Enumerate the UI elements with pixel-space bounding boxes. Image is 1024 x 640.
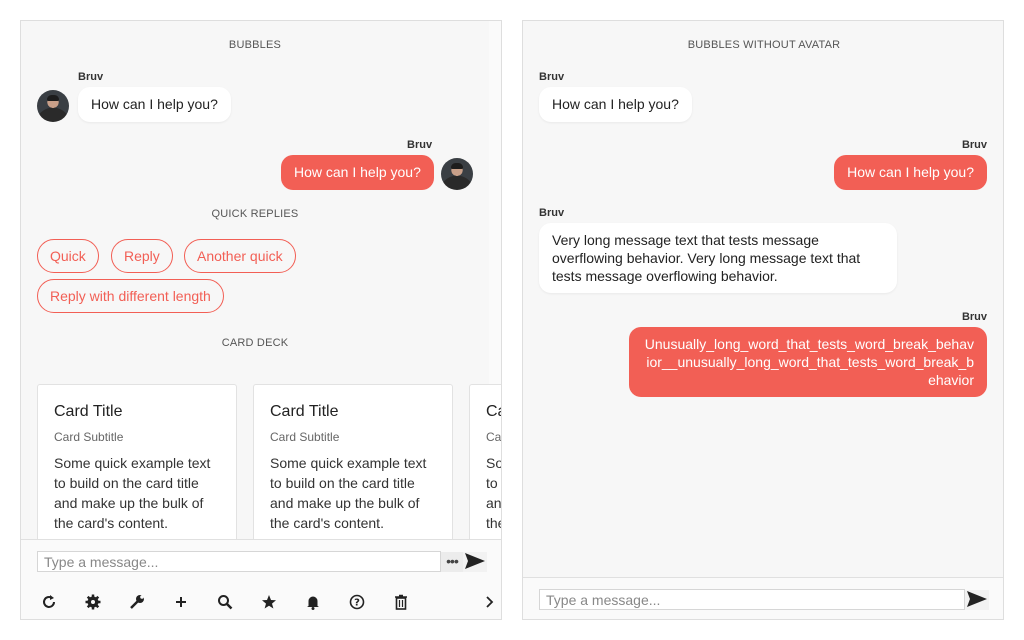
help-icon[interactable]: ? xyxy=(348,593,366,611)
message-input[interactable] xyxy=(539,589,965,610)
card-title: Card Title xyxy=(486,403,501,420)
quick-reply-chip[interactable]: Quick xyxy=(37,239,99,273)
send-button[interactable] xyxy=(463,552,487,572)
message-author: Bruv xyxy=(407,139,433,151)
outgoing-message-bubble: How can I help you? xyxy=(281,155,434,190)
chevron-right-icon[interactable] xyxy=(480,593,498,611)
message-input[interactable] xyxy=(37,551,441,572)
avatar xyxy=(441,158,473,190)
star-icon[interactable] xyxy=(260,593,278,611)
message-author: Bruv xyxy=(961,139,987,151)
quick-reply-chip[interactable]: Reply xyxy=(111,239,173,273)
message-author: Bruv xyxy=(539,71,565,83)
incoming-message-bubble: How can I help you? xyxy=(78,87,231,122)
chat-panel-with-avatar: BUBBLES Bruv How can I help you? Bruv Ho… xyxy=(20,20,502,620)
card-subtitle: Card Subtitle xyxy=(270,430,340,444)
composer: ••• ? xyxy=(21,539,501,619)
card[interactable]: Card Title Card Subtitle Some quick exam… xyxy=(253,384,453,554)
wrench-icon[interactable] xyxy=(128,593,146,611)
search-icon[interactable] xyxy=(216,593,234,611)
section-title-bubbles-without-avatar: BUBBLES WITHOUT AVATAR xyxy=(687,39,841,51)
quick-reply-chip[interactable]: Reply with different length xyxy=(37,279,224,313)
bell-icon[interactable] xyxy=(304,593,322,611)
card-subtitle: Card Subtitle xyxy=(486,430,502,444)
message-author: Bruv xyxy=(78,71,104,83)
svg-text:?: ? xyxy=(354,598,360,609)
card[interactable]: Card Title Card Subtitle Some quick exam… xyxy=(37,384,237,554)
gear-icon[interactable] xyxy=(84,593,102,611)
section-title-card-deck: CARD DECK xyxy=(221,337,289,349)
chat-panel-without-avatar: BUBBLES WITHOUT AVATAR Bruv How can I he… xyxy=(522,20,1004,620)
outgoing-message-bubble: Unusually_long_word_that_tests_word_brea… xyxy=(629,327,987,397)
outgoing-message-bubble: How can I help you? xyxy=(834,155,987,190)
avatar xyxy=(37,90,69,122)
refresh-icon[interactable] xyxy=(40,593,58,611)
more-options-button[interactable]: ••• xyxy=(441,552,463,572)
card-text: Some quick example text to build on the … xyxy=(486,455,502,531)
message-author: Bruv xyxy=(539,207,565,219)
card-title: Card Title xyxy=(270,403,339,420)
incoming-message-bubble: Very long message text that tests messag… xyxy=(539,223,897,293)
plus-icon[interactable] xyxy=(172,593,190,611)
toolbar: ? xyxy=(21,582,501,619)
card[interactable]: Card Title Card Subtitle Some quick exam… xyxy=(469,384,502,554)
section-title-quick-replies: QUICK REPLIES xyxy=(211,208,299,220)
composer xyxy=(523,577,1003,619)
card-subtitle: Card Subtitle xyxy=(54,430,124,444)
send-button[interactable] xyxy=(965,590,989,610)
card-title: Card Title xyxy=(54,403,123,420)
card-text: Some quick example text to build on the … xyxy=(270,455,427,531)
trash-icon[interactable] xyxy=(392,593,410,611)
card-text: Some quick example text to build on the … xyxy=(54,455,211,531)
incoming-message-bubble: How can I help you? xyxy=(539,87,692,122)
section-title-bubbles: BUBBLES xyxy=(228,39,282,51)
quick-reply-chip[interactable]: Another quick xyxy=(184,239,296,273)
send-icon xyxy=(465,553,485,569)
send-icon xyxy=(967,591,987,607)
message-author: Bruv xyxy=(961,311,987,323)
